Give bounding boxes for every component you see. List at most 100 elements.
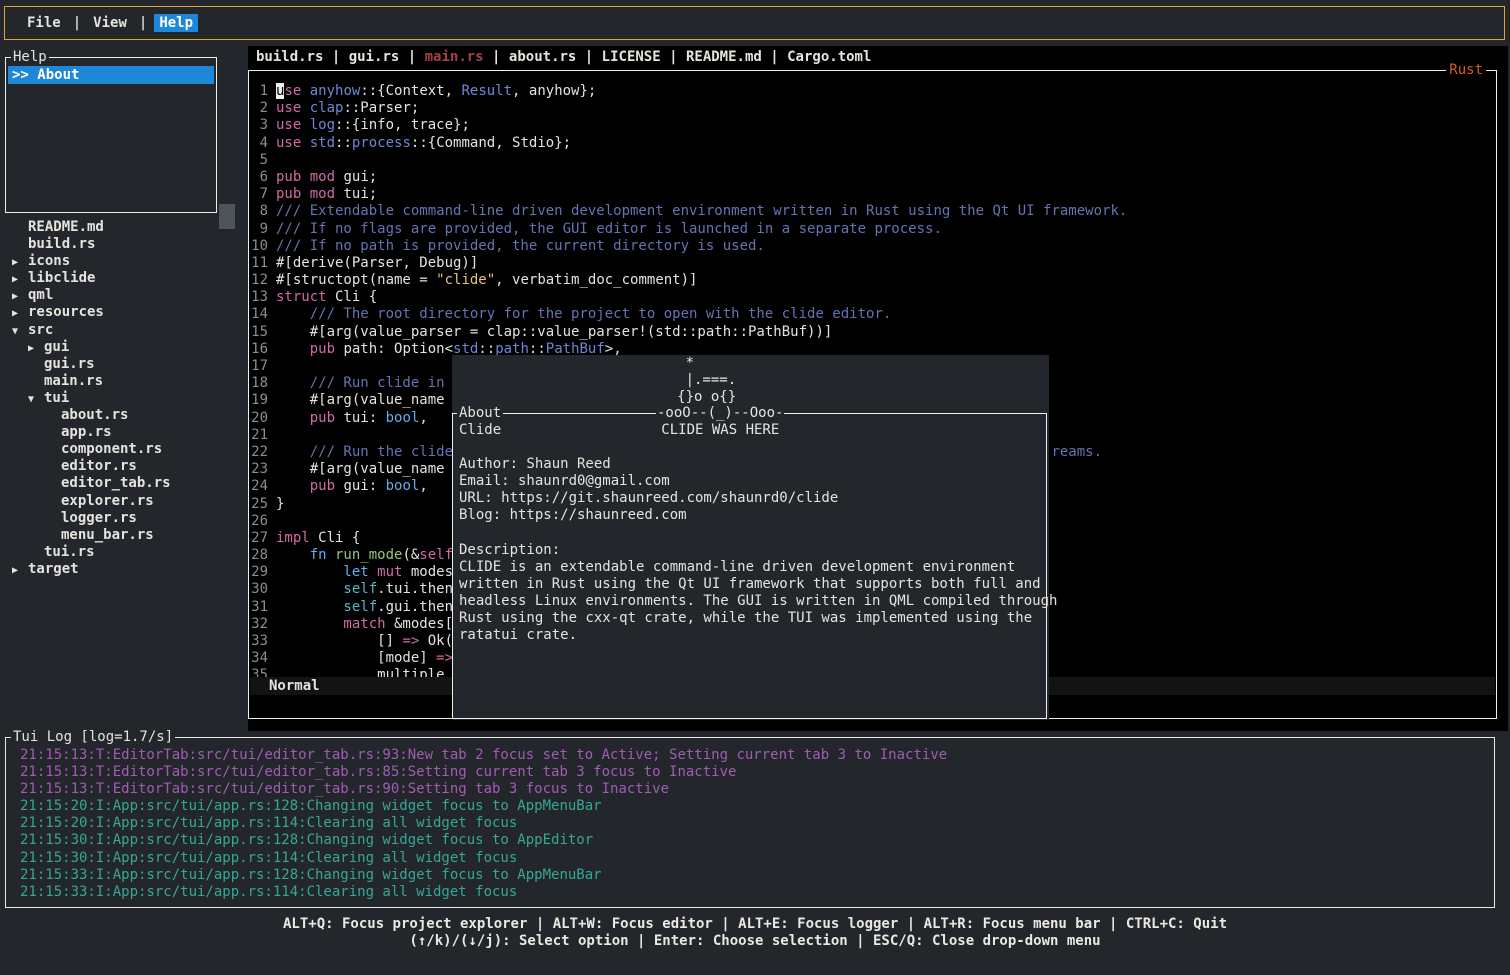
explorer-item-tui[interactable]: ▼tui [0,390,246,407]
code-line[interactable]: 3use log::{info, trace}; [251,117,1127,134]
explorer-item-qml[interactable]: ▶qml [0,287,246,304]
tab-separator: | [323,49,348,65]
explorer-item-editor_tab-rs[interactable]: editor_tab.rs [0,475,246,492]
menu-item-view[interactable]: View [88,14,132,32]
about-text-line: Description: [459,542,1057,559]
code-line[interactable]: 13struct Cli { [251,289,1127,306]
about-text-line: headless Linux environments. The GUI is … [459,593,1057,610]
editor-tab-bar[interactable]: build.rs | gui.rs | main.rs | about.rs |… [248,46,1508,68]
explorer-item-resources[interactable]: ▶resources [0,304,246,321]
line-number: 23 [251,461,268,478]
log-line: 21:15:33:I:App:src/tui/app.rs:114:Cleari… [20,884,947,901]
explorer-item-menu_bar-rs[interactable]: menu_bar.rs [0,527,246,544]
about-dialog: * |.===. {}o o{} About -ooO--(_)--Ooo- C… [452,355,1049,720]
line-number: 8 [251,203,268,220]
keybinding-help-bar: ALT+Q: Focus project explorer | ALT+W: F… [0,916,1510,950]
code-line[interactable]: 2use clap::Parser; [251,100,1127,117]
code-line[interactable]: 1use anyhow::{Context, Result, anyhow}; [251,83,1127,100]
tab-about-rs[interactable]: about.rs [509,49,576,65]
language-badge: Rust [1446,62,1486,78]
line-number: 21 [251,427,268,444]
explorer-item-gui-rs[interactable]: gui.rs [0,356,246,373]
explorer-item-label: libclide [28,270,95,286]
log-line: 21:15:20:I:App:src/tui/app.rs:128:Changi… [20,798,947,815]
code-line[interactable]: 12#[structopt(name = "clide", verbatim_d… [251,272,1127,289]
tab-readme-md[interactable]: README.md [686,49,762,65]
explorer-item-build-rs[interactable]: build.rs [0,236,246,253]
explorer-item-logger-rs[interactable]: logger.rs [0,510,246,527]
code-line[interactable]: 15 #[arg(value_parser = clap::value_pars… [251,324,1127,341]
log-lines: 21:15:13:T:EditorTab:src/tui/editor_tab.… [20,747,947,901]
line-number: 30 [251,581,268,598]
line-number: 12 [251,272,268,289]
line-number: 18 [251,375,268,392]
log-line: 21:15:13:T:EditorTab:src/tui/editor_tab.… [20,781,947,798]
line-number: 5 [251,152,268,169]
explorer-item-tui-rs[interactable]: tui.rs [0,544,246,561]
explorer-item-readme-md[interactable]: README.md [0,219,246,236]
tab-cargo-toml[interactable]: Cargo.toml [787,49,871,65]
menu-item-help[interactable]: Help [154,14,198,32]
code-line[interactable]: 6pub mod gui; [251,169,1127,186]
menu-bar[interactable]: File|View|Help [4,6,1505,40]
line-number: 26 [251,513,268,530]
code-line[interactable]: 11#[derive(Parser, Debug)] [251,255,1127,272]
code-line[interactable]: 9/// If no flags are provided, the GUI e… [251,221,1127,238]
code-line[interactable]: 8/// Extendable command-line driven deve… [251,203,1127,220]
about-ascii-art: * |.===. {}o o{} [458,355,736,406]
code-line[interactable]: 4use std::process::{Command, Stdio}; [251,135,1127,152]
menu-item-file[interactable]: File [22,14,66,32]
line-number: 1 [251,83,268,100]
about-dialog-title: About [457,405,503,421]
tab-license[interactable]: LICENSE [602,49,661,65]
log-line: 21:15:33:I:App:src/tui/app.rs:128:Changi… [20,867,947,884]
help-line-2: (↑/k)/(↓/j): Select option | Enter: Choo… [0,933,1510,950]
explorer-item-label: component.rs [61,441,162,457]
explorer-item-gui[interactable]: ▶gui [0,339,246,356]
tui-log-panel[interactable]: Tui Log [log=1.7/s] 21:15:13:T:EditorTab… [5,737,1495,908]
tab-separator: | [661,49,686,65]
log-line: 21:15:20:I:App:src/tui/app.rs:114:Cleari… [20,815,947,832]
tab-gui-rs[interactable]: gui.rs [349,49,400,65]
tab-separator: | [484,49,509,65]
explorer-item-app-rs[interactable]: app.rs [0,424,246,441]
explorer-item-label: about.rs [61,407,128,423]
line-number: 28 [251,547,268,564]
line-number: 14 [251,306,268,323]
explorer-item-label: editor_tab.rs [61,475,171,491]
menu-separator: | [73,15,81,31]
line-number: 19 [251,392,268,409]
ascii-art-line: {}o o{} [458,389,736,406]
explorer-item-label: build.rs [28,236,95,252]
explorer-item-editor-rs[interactable]: editor.rs [0,458,246,475]
chevron-collapsed-icon: ▶ [28,340,44,357]
tab-main-rs[interactable]: main.rs [425,49,484,65]
explorer-item-explorer-rs[interactable]: explorer.rs [0,493,246,510]
explorer-item-icons[interactable]: ▶icons [0,253,246,270]
explorer-item-libclide[interactable]: ▶libclide [0,270,246,287]
about-text-line: Author: Shaun Reed [459,456,1057,473]
help-dropdown-menu[interactable]: Help >> About [5,57,217,213]
line-number: 15 [251,324,268,341]
code-line[interactable]: 14 /// The root directory for the projec… [251,306,1127,323]
code-line[interactable]: 10/// If no path is provided, the curren… [251,238,1127,255]
explorer-item-about-rs[interactable]: about.rs [0,407,246,424]
explorer-item-src[interactable]: ▼src [0,322,246,339]
line-number: 20 [251,410,268,427]
project-explorer[interactable]: README.mdbuild.rs▶icons▶libclide▶qml▶res… [0,219,246,578]
line-number: 11 [251,255,268,272]
about-text-line: ratatui crate. [459,627,1057,644]
chevron-collapsed-icon: ▶ [12,271,28,288]
line-number: 34 [251,650,268,667]
explorer-item-label: gui.rs [44,356,95,372]
explorer-item-main-rs[interactable]: main.rs [0,373,246,390]
help-dropdown-title: Help [11,49,49,65]
tab-build-rs[interactable]: build.rs [256,49,323,65]
tab-separator: | [399,49,424,65]
dropdown-item-about[interactable]: >> About [8,66,214,84]
code-line[interactable]: 5 [251,152,1127,169]
line-number: 6 [251,169,268,186]
explorer-item-component-rs[interactable]: component.rs [0,441,246,458]
explorer-item-target[interactable]: ▶target [0,561,246,578]
code-line[interactable]: 7pub mod tui; [251,186,1127,203]
